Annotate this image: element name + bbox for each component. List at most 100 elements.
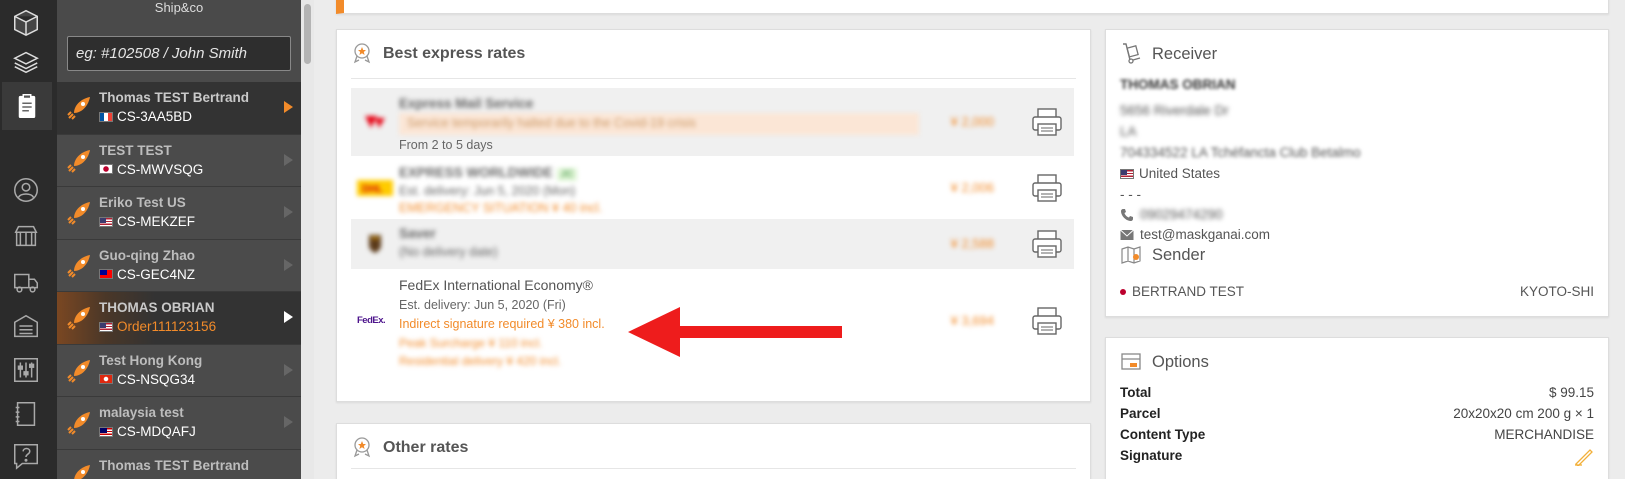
dhl-logo: DHL	[357, 180, 393, 196]
rate-delivery-estimate: From 2 to 5 days	[399, 138, 493, 152]
option-value: MERCHANDISE	[1494, 427, 1594, 442]
fedex-logo: FedEx.	[357, 315, 386, 326]
order-reference: CS-MEKZEF	[117, 214, 196, 229]
order-item[interactable]: TEST TEST CS-MWVSQG	[57, 134, 301, 187]
rate-price: ¥ 2,588	[950, 236, 994, 251]
receiver-email: test@maskganai.com	[1140, 227, 1271, 242]
order-item[interactable]: Eriko Test US CS-MEKZEF	[57, 187, 301, 240]
option-row: Content Type MERCHANDISE	[1120, 427, 1594, 442]
options-card: Options Total $ 99.15 Parcel 20x20x20 cm 2…	[1105, 337, 1609, 479]
receiver-country: United States	[1139, 166, 1221, 181]
rate-surcharge: Residential delivery ¥ 420 incl.	[399, 354, 562, 368]
rate-delivery-estimate: (No delivery date)	[399, 245, 498, 259]
sliders-icon[interactable]	[6, 352, 46, 388]
order-list: Thomas TEST Bertrand CS-3AA5BD TEST TEST…	[57, 82, 301, 479]
play-arrow-icon	[284, 258, 293, 271]
rate-surcharge: Indirect signature required ¥ 380 incl.	[399, 317, 605, 331]
order-item[interactable]: Test Hong Kong CS-NSQG34	[57, 344, 301, 397]
receiver-name: THOMAS OBRIAN	[1120, 77, 1236, 92]
rate-price: ¥ 2,006	[950, 180, 994, 195]
other-rates-title: Other rates	[383, 439, 469, 456]
option-row: Total $ 99.15	[1120, 385, 1594, 400]
order-item[interactable]: Thomas TEST Bertrand	[57, 449, 301, 479]
option-value: 20x20x20 cm 200 g × 1	[1453, 406, 1594, 421]
order-customer-name: TEST TEST	[99, 142, 172, 158]
rate-row[interactable]: DHL EXPRESS WORLDWIDE JC Est. delivery: …	[351, 159, 1074, 217]
flag-my-icon	[99, 426, 113, 437]
user-icon[interactable]	[6, 172, 46, 208]
flag-jp-icon	[99, 164, 113, 174]
truck-icon[interactable]	[6, 264, 46, 300]
flag-jp-icon	[1120, 288, 1126, 295]
flag-us-icon	[99, 321, 113, 332]
store-icon[interactable]	[6, 218, 46, 254]
rate-service-name: EXPRESS WORLDWIDE	[399, 165, 553, 180]
printer-icon[interactable]	[1030, 106, 1064, 138]
play-arrow-icon	[284, 416, 293, 428]
order-customer-name: Test Hong Kong	[99, 352, 203, 368]
order-item[interactable]: Thomas TEST Bertrand CS-3AA5BD	[57, 82, 301, 135]
flag-us-icon	[1120, 168, 1134, 179]
play-arrow-icon	[284, 153, 293, 166]
flag-tw-icon	[99, 269, 113, 279]
printer-icon[interactable]	[1030, 172, 1064, 204]
flag-fr-icon	[99, 111, 113, 122]
rocket-icon	[67, 412, 90, 435]
rate-badge: JC	[556, 168, 578, 181]
order-reference: CS-MWVSQG	[117, 161, 204, 177]
package-icon[interactable]	[6, 4, 46, 40]
rocket-icon	[67, 202, 90, 225]
receiver-city: LA	[1120, 124, 1137, 139]
layers-icon[interactable]	[6, 44, 46, 80]
sidebar-scrollbar[interactable]	[301, 0, 314, 479]
option-label: Total	[1120, 385, 1152, 400]
order-item[interactable]: malaysia test CS-MDQAFJ	[57, 397, 301, 450]
rate-service-name: Express Mail Service	[399, 96, 534, 111]
sender-city: KYOTO-SHI	[1519, 284, 1594, 299]
flag-us-icon	[99, 216, 113, 227]
hand-truck-icon	[1123, 43, 1141, 64]
order-customer-name: Eriko Test US	[99, 195, 186, 210]
rate-service-name: FedEx International Economy®	[399, 277, 593, 293]
option-label: Signature	[1120, 448, 1183, 463]
order-reference: Order111123156	[117, 319, 217, 334]
order-header-card	[336, 0, 1609, 14]
help-icon[interactable]	[6, 438, 46, 474]
rate-delivery-estimate: Est. delivery: Jun 5, 2020 (Mon)	[399, 184, 576, 198]
flag-hk-icon	[99, 374, 113, 384]
receiver-card: Receiver THOMAS OBRIAN 5656 Riverdale Dr…	[1105, 29, 1609, 317]
clipboard-icon[interactable]	[2, 82, 52, 130]
order-customer-name: Thomas TEST Bertrand	[99, 457, 250, 473]
sidebar-scroll-thumb[interactable]	[304, 4, 311, 64]
receiver-extra: - - -	[1120, 187, 1141, 202]
printer-icon[interactable]	[1030, 228, 1064, 260]
rate-delivery-estimate: Est. delivery: Jun 5, 2020 (Fri)	[399, 298, 566, 312]
option-value: $ 99.15	[1548, 385, 1594, 400]
signature-pen-icon[interactable]	[1574, 448, 1594, 466]
receiver-title: Receiver	[1152, 45, 1218, 63]
receiver-zip: 704334522 LA Tchéfancta Club Betalmo	[1120, 145, 1361, 160]
rate-row[interactable]: Express Mail Service Service temporarily…	[351, 88, 1074, 156]
rate-row[interactable]: Saver (No delivery date) ¥ 2,588	[351, 219, 1074, 269]
order-customer-name: malaysia test	[99, 405, 184, 420]
box-icon	[1121, 353, 1141, 370]
order-reference: CS-GEC4NZ	[117, 266, 196, 282]
orders-sidebar: Ship&co Thomas TEST Bertrand CS-3AA5BD T…	[57, 0, 301, 479]
notebook-icon[interactable]	[6, 396, 46, 432]
printer-icon[interactable]	[1030, 305, 1064, 337]
warehouse-icon[interactable]	[6, 308, 46, 344]
mail-icon	[1120, 229, 1134, 240]
map-pin-icon	[1121, 246, 1141, 264]
rate-service-name: Saver	[399, 226, 436, 241]
rocket-icon	[67, 307, 90, 330]
sender-title: Sender	[1152, 246, 1206, 264]
order-item-selected[interactable]: THOMAS OBRIAN Order111123156	[57, 292, 301, 345]
order-search-input[interactable]	[67, 36, 291, 71]
best-rates-title: Best express rates	[383, 45, 526, 62]
rocket-icon	[67, 97, 90, 120]
award-icon	[353, 437, 371, 458]
order-customer-name: Thomas TEST Bertrand	[99, 90, 250, 105]
order-item[interactable]: Guo-qing Zhao CS-GEC4NZ	[57, 239, 301, 292]
phone-icon	[1121, 208, 1133, 221]
option-label: Content Type	[1120, 427, 1206, 442]
